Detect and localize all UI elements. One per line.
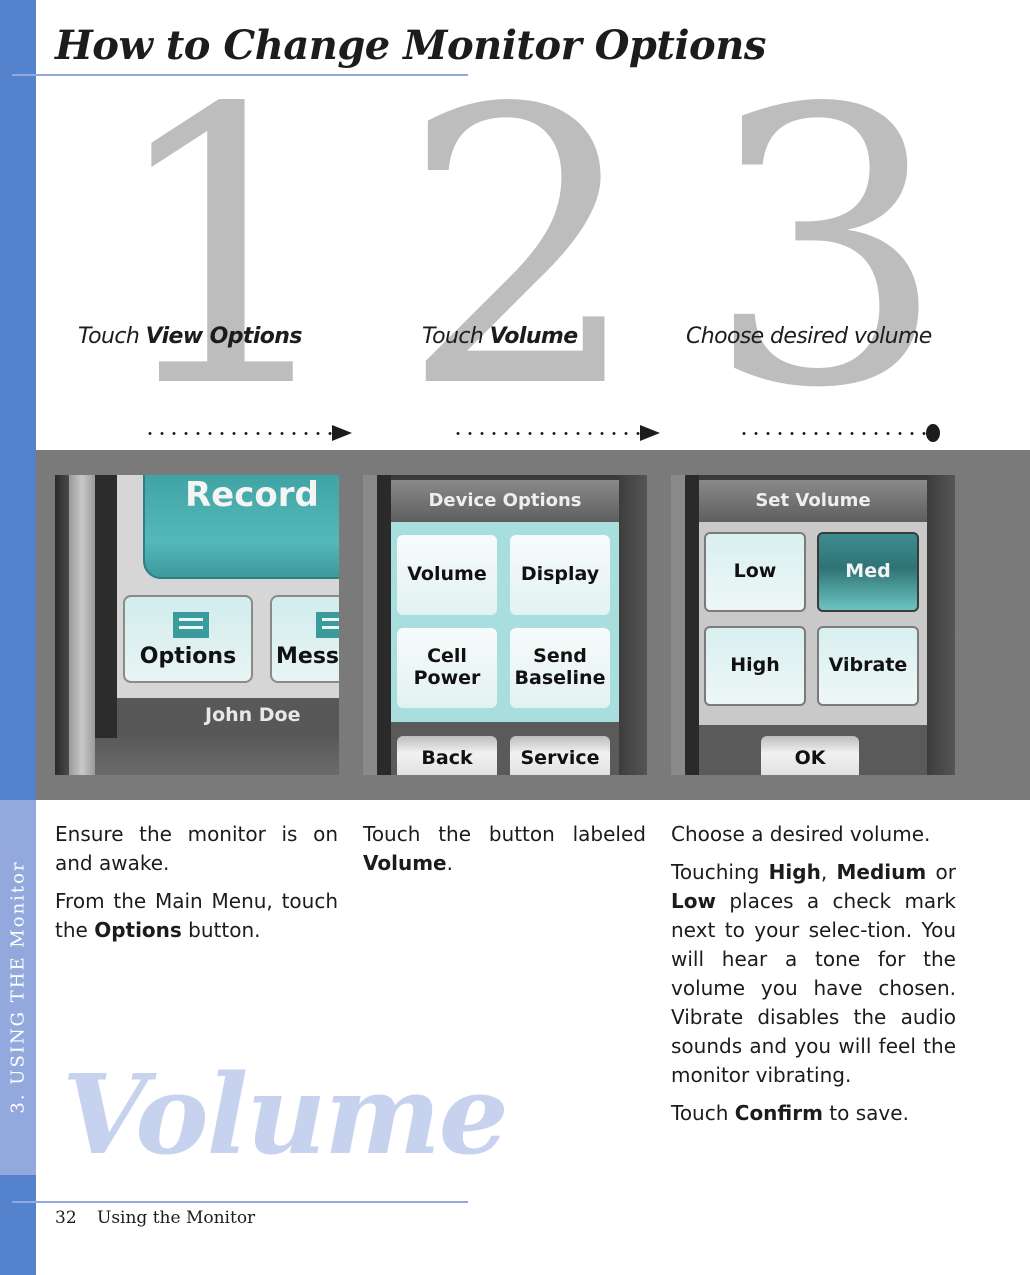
paragraph: Touch Confirm to save.: [671, 1099, 956, 1128]
device-options-panel: Device Options Volume Display Cell Power…: [391, 480, 619, 775]
vibrate-button[interactable]: Vibrate: [817, 626, 919, 706]
caption-bold: Volume: [489, 324, 579, 349]
dotted-line: [144, 431, 334, 435]
text: places a check mark next to your selec-t…: [671, 889, 956, 1087]
panel-header: Device Options: [391, 480, 619, 522]
paragraph: Touch the button labeled Volume.: [363, 820, 646, 878]
caption-prefix: Choose desired volume: [686, 324, 932, 349]
step-caption-2: Touch Volume: [422, 324, 578, 349]
device-bezel: [671, 475, 685, 775]
text: Touch the button labeled: [363, 822, 646, 846]
ok-button[interactable]: OK: [761, 736, 859, 775]
low-button[interactable]: Low: [704, 532, 806, 612]
list-icon: [173, 612, 209, 638]
set-volume-panel: Set Volume Low Med High Vibrate OK: [699, 480, 927, 775]
step-1-description: Ensure the monitor is on and awake. From…: [55, 820, 338, 954]
options-button-label: Options: [139, 644, 237, 669]
device-bezel-edge: [69, 475, 95, 775]
options-grid: Volume Display Cell Power Send Baseline: [391, 522, 619, 722]
panel-title: Set Volume: [755, 490, 871, 511]
options-button[interactable]: Options: [123, 595, 253, 683]
text: Touching: [671, 860, 769, 884]
device-bezel: [363, 475, 377, 775]
high-button[interactable]: High: [704, 626, 806, 706]
paragraph: Ensure the monitor is on and awake.: [55, 822, 338, 875]
watermark-volume: Volume: [62, 1050, 509, 1179]
step-3-description: Choose a desired volume. Touching High, …: [671, 820, 956, 1137]
back-button[interactable]: Back: [397, 736, 497, 775]
arrow-right-icon: [640, 425, 660, 441]
bold-text: Medium: [836, 860, 927, 884]
text: .: [446, 851, 453, 875]
dotted-line: [738, 431, 928, 435]
dotted-line: [452, 431, 642, 435]
panel-header: Set Volume: [699, 480, 927, 522]
step-number-2: 2: [400, 28, 642, 471]
text: ,: [820, 860, 837, 884]
device-bottom: [95, 738, 339, 775]
cell-power-button[interactable]: Cell Power: [397, 628, 497, 708]
step-caption-3: Choose desired volume: [686, 324, 932, 349]
dotted-arrow-2: [452, 424, 660, 442]
paragraph: Touching High, Medium or Low places a ch…: [671, 858, 956, 1090]
device-bezel-inner: [95, 475, 117, 765]
step-caption-1: Touch View Options: [78, 324, 302, 349]
med-button[interactable]: Med: [817, 532, 919, 612]
bold-text: Confirm: [734, 1101, 823, 1125]
step-number-1: 1: [105, 28, 347, 471]
device-bezel: [55, 475, 69, 775]
caption-prefix: Touch: [78, 324, 146, 349]
bold-text: Volume: [363, 851, 447, 875]
paragraph: Choose a desired volume.: [671, 822, 931, 846]
arrow-right-icon: [332, 425, 352, 441]
bold-text: Low: [671, 889, 716, 913]
text: button.: [181, 918, 261, 942]
screen-device-options: Device Options Volume Display Cell Power…: [363, 475, 647, 775]
panel-title: Device Options: [428, 490, 582, 511]
screen-set-volume: Set Volume Low Med High Vibrate OK: [671, 475, 955, 775]
footer-section-title: Using the Monitor: [97, 1208, 256, 1228]
record-button-label: Record: [185, 475, 319, 515]
screen-main-menu: Record Options Mess John Doe: [55, 475, 339, 775]
page-number: 32: [55, 1208, 77, 1228]
device-bezel-inner: [685, 475, 699, 775]
text: Touch: [671, 1101, 735, 1125]
bold-text: High: [768, 860, 821, 884]
service-button[interactable]: Service: [510, 736, 610, 775]
paragraph: From the Main Menu, touch the Options bu…: [55, 887, 338, 945]
bold-text: Options: [94, 918, 182, 942]
text: to save.: [822, 1101, 909, 1125]
envelope-icon: [316, 612, 339, 638]
send-baseline-button[interactable]: Send Baseline: [510, 628, 610, 708]
caption-bold: View Options: [145, 324, 303, 349]
user-name: John Doe: [205, 704, 301, 726]
messages-button-label: Mess: [276, 644, 339, 669]
volume-button[interactable]: Volume: [397, 535, 497, 615]
display-button[interactable]: Display: [510, 535, 610, 615]
end-dot-icon: [926, 424, 940, 442]
messages-button[interactable]: Mess: [270, 595, 339, 683]
dotted-arrow-1: [144, 424, 352, 442]
dotted-end-3: [738, 424, 940, 442]
device-bezel-inner: [377, 475, 391, 775]
volume-grid: Low Med High Vibrate: [699, 522, 927, 725]
caption-prefix: Touch: [422, 324, 490, 349]
device-bezel-right: [927, 475, 955, 775]
step-2-description: Touch the button labeled Volume.: [363, 820, 646, 887]
step-number-3: 3: [705, 28, 947, 471]
device-bezel-right: [619, 475, 647, 775]
text: or: [926, 860, 956, 884]
footer-rule: [12, 1201, 468, 1203]
sidebar-section-label: 3. USING THE Monitor: [7, 860, 29, 1114]
